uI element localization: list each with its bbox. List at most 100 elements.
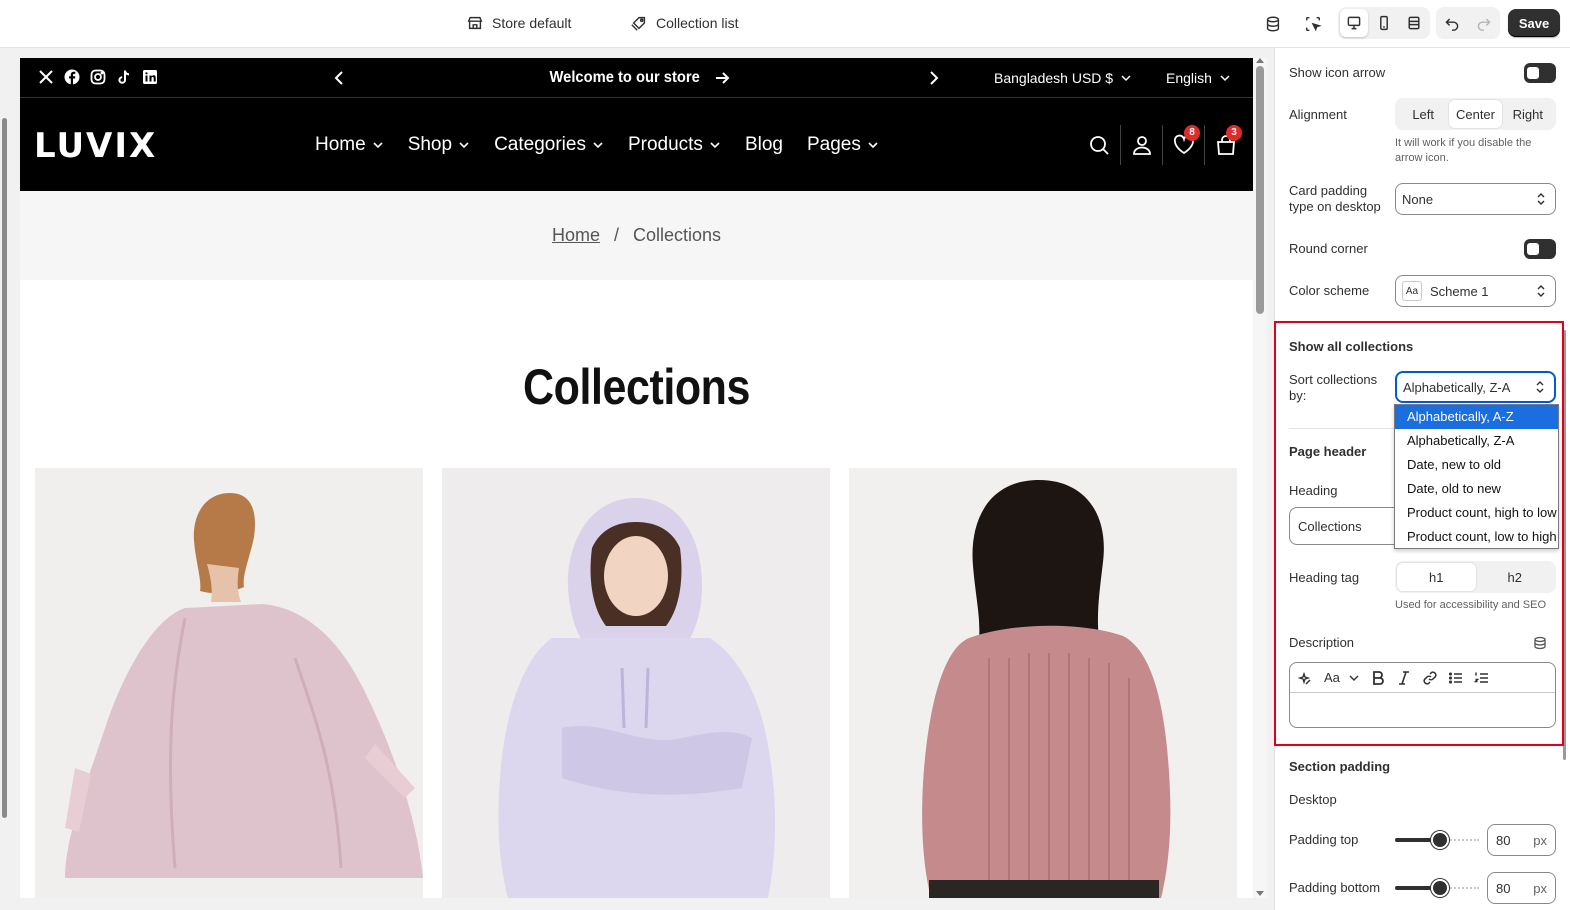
padding-bottom-slider-handle[interactable]	[1431, 879, 1449, 897]
collection-image	[849, 468, 1237, 898]
color-scheme-label: Color scheme	[1289, 283, 1370, 298]
viewport-toggle	[1338, 7, 1430, 39]
storefront-preview: Welcome to our store Bangladesh USD $ En…	[20, 58, 1253, 898]
template-label: Collection list	[656, 15, 739, 31]
menu-label: Categories	[494, 133, 586, 155]
menu-label: Products	[627, 133, 703, 155]
color-scheme-swatch-icon: Aa	[1402, 281, 1422, 301]
collection-card-2[interactable]	[442, 468, 830, 898]
padding-bottom-slider[interactable]	[1395, 879, 1479, 897]
arrow-right-icon	[716, 72, 730, 84]
alignment-right-option[interactable]: Right	[1502, 100, 1554, 128]
menu-label: Pages	[806, 133, 861, 155]
editor-topbar: Store default Collection list Save	[0, 0, 1570, 48]
language-selector[interactable]: English	[1166, 58, 1230, 98]
preview-outer-scrollbar[interactable]	[0, 108, 9, 898]
alignment-help-text: It will work if you disable the arrow ic…	[1395, 137, 1532, 164]
breadcrumb-current: Collections	[632, 225, 722, 245]
account-button[interactable]	[1120, 124, 1162, 165]
save-button[interactable]: Save	[1508, 9, 1560, 37]
chevron-right-icon	[930, 71, 939, 85]
undo-button[interactable]	[1438, 9, 1466, 37]
alignment-label: Alignment	[1289, 107, 1347, 122]
select-arrows-icon	[1537, 285, 1545, 297]
sort-option-alpha-asc[interactable]: Alphabetically, A-Z	[1395, 405, 1558, 429]
padding-top-slider[interactable]	[1395, 831, 1479, 849]
breadcrumb-home-link[interactable]: Home	[552, 225, 600, 246]
padding-top-label: Padding top	[1289, 832, 1359, 847]
section-padding-heading: Section padding	[1289, 759, 1391, 774]
wishlist-count-badge: 8	[1184, 124, 1200, 141]
menu-item-categories[interactable]: Categories	[494, 134, 604, 156]
currency-label: Bangladesh USD $	[994, 70, 1114, 86]
card-padding-select[interactable]: None	[1395, 183, 1556, 215]
announcement-next-button[interactable]	[923, 68, 943, 88]
search-icon	[1090, 135, 1109, 155]
show-icon-arrow-label: Show icon arrow	[1289, 65, 1386, 80]
announcement-bar: Welcome to our store Bangladesh USD $ En…	[20, 58, 1253, 98]
menu-label: Shop	[407, 133, 453, 155]
search-button[interactable]	[1078, 125, 1120, 165]
currency-selector[interactable]: Bangladesh USD $	[994, 58, 1131, 98]
menu-item-products[interactable]: Products	[628, 134, 721, 156]
preview-scrollbar[interactable]	[1253, 58, 1267, 898]
desktop-label: Desktop	[1289, 792, 1337, 807]
padding-top-slider-handle[interactable]	[1431, 831, 1449, 849]
collection-icon	[631, 16, 646, 31]
announcement-text: Welcome to our store	[549, 69, 700, 86]
redo-button[interactable]	[1470, 9, 1498, 37]
sort-collections-dropdown: Alphabetically, A-Z Alphabetically, Z-A …	[1394, 404, 1559, 549]
sort-option-count-high-low[interactable]: Product count, high to low	[1395, 501, 1558, 525]
round-corner-toggle[interactable]	[1524, 239, 1556, 259]
cart-count-badge: 3	[1226, 124, 1242, 141]
main-header: LUVIX Home Shop Categories Products Blog…	[20, 98, 1253, 191]
store-selector[interactable]: Store default	[466, 0, 571, 46]
sort-option-alpha-desc[interactable]: Alphabetically, Z-A	[1395, 429, 1558, 453]
header-icons: 8 3	[1078, 98, 1246, 191]
desktop-view-button[interactable]	[1340, 9, 1368, 37]
sort-option-count-low-high[interactable]: Product count, low to high	[1395, 525, 1558, 549]
color-scheme-select[interactable]: Aa Scheme 1	[1395, 275, 1556, 307]
collection-card-3[interactable]	[849, 468, 1237, 898]
menu-item-blog[interactable]: Blog	[745, 134, 783, 156]
cursor-select-icon	[1305, 16, 1322, 32]
undo-icon	[1445, 18, 1459, 31]
collection-card-1[interactable]	[35, 468, 423, 898]
collection-image	[35, 468, 423, 898]
menu-item-shop[interactable]: Shop	[408, 134, 470, 156]
collection-image	[442, 468, 830, 898]
padding-bottom-value: 80	[1496, 880, 1511, 896]
inspector-button[interactable]	[1299, 10, 1327, 38]
mobile-icon	[1380, 15, 1388, 31]
cart-button[interactable]: 3	[1204, 124, 1246, 165]
template-selector[interactable]: Collection list	[630, 0, 738, 46]
chevron-down-icon	[593, 141, 603, 148]
menu-label: Blog	[744, 133, 783, 155]
wishlist-button[interactable]: 8	[1162, 124, 1204, 165]
sort-option-date-new-old[interactable]: Date, new to old	[1395, 453, 1558, 477]
card-padding-label: Card padding type on desktop	[1289, 183, 1381, 214]
breadcrumb-separator: /	[613, 225, 619, 245]
store-logo[interactable]: LUVIX	[34, 126, 157, 166]
database-icon	[1266, 16, 1280, 32]
menu-item-pages[interactable]: Pages	[807, 134, 879, 156]
padding-top-input[interactable]: 80 px	[1487, 824, 1556, 856]
show-icon-arrow-toggle[interactable]	[1524, 63, 1556, 83]
round-corner-label: Round corner	[1289, 241, 1368, 256]
sort-option-date-old-new[interactable]: Date, old to new	[1395, 477, 1558, 501]
chevron-down-icon	[1220, 75, 1230, 82]
padding-bottom-input[interactable]: 80 px	[1487, 872, 1556, 904]
page-title: Collections	[522, 359, 751, 415]
app-embeds-button[interactable]	[1259, 10, 1287, 38]
language-label: English	[1166, 70, 1212, 86]
menu-label: Home	[315, 133, 366, 155]
padding-top-value: 80	[1496, 832, 1511, 848]
fullwidth-view-button[interactable]	[1400, 9, 1428, 37]
menu-item-home[interactable]: Home	[315, 134, 384, 156]
alignment-center-option[interactable]: Center	[1449, 100, 1502, 128]
chevron-down-icon	[459, 141, 469, 148]
mobile-view-button[interactable]	[1370, 9, 1398, 37]
alignment-left-option[interactable]: Left	[1397, 100, 1449, 128]
padding-bottom-label: Padding bottom	[1289, 880, 1381, 895]
card-padding-value: None	[1402, 191, 1434, 207]
